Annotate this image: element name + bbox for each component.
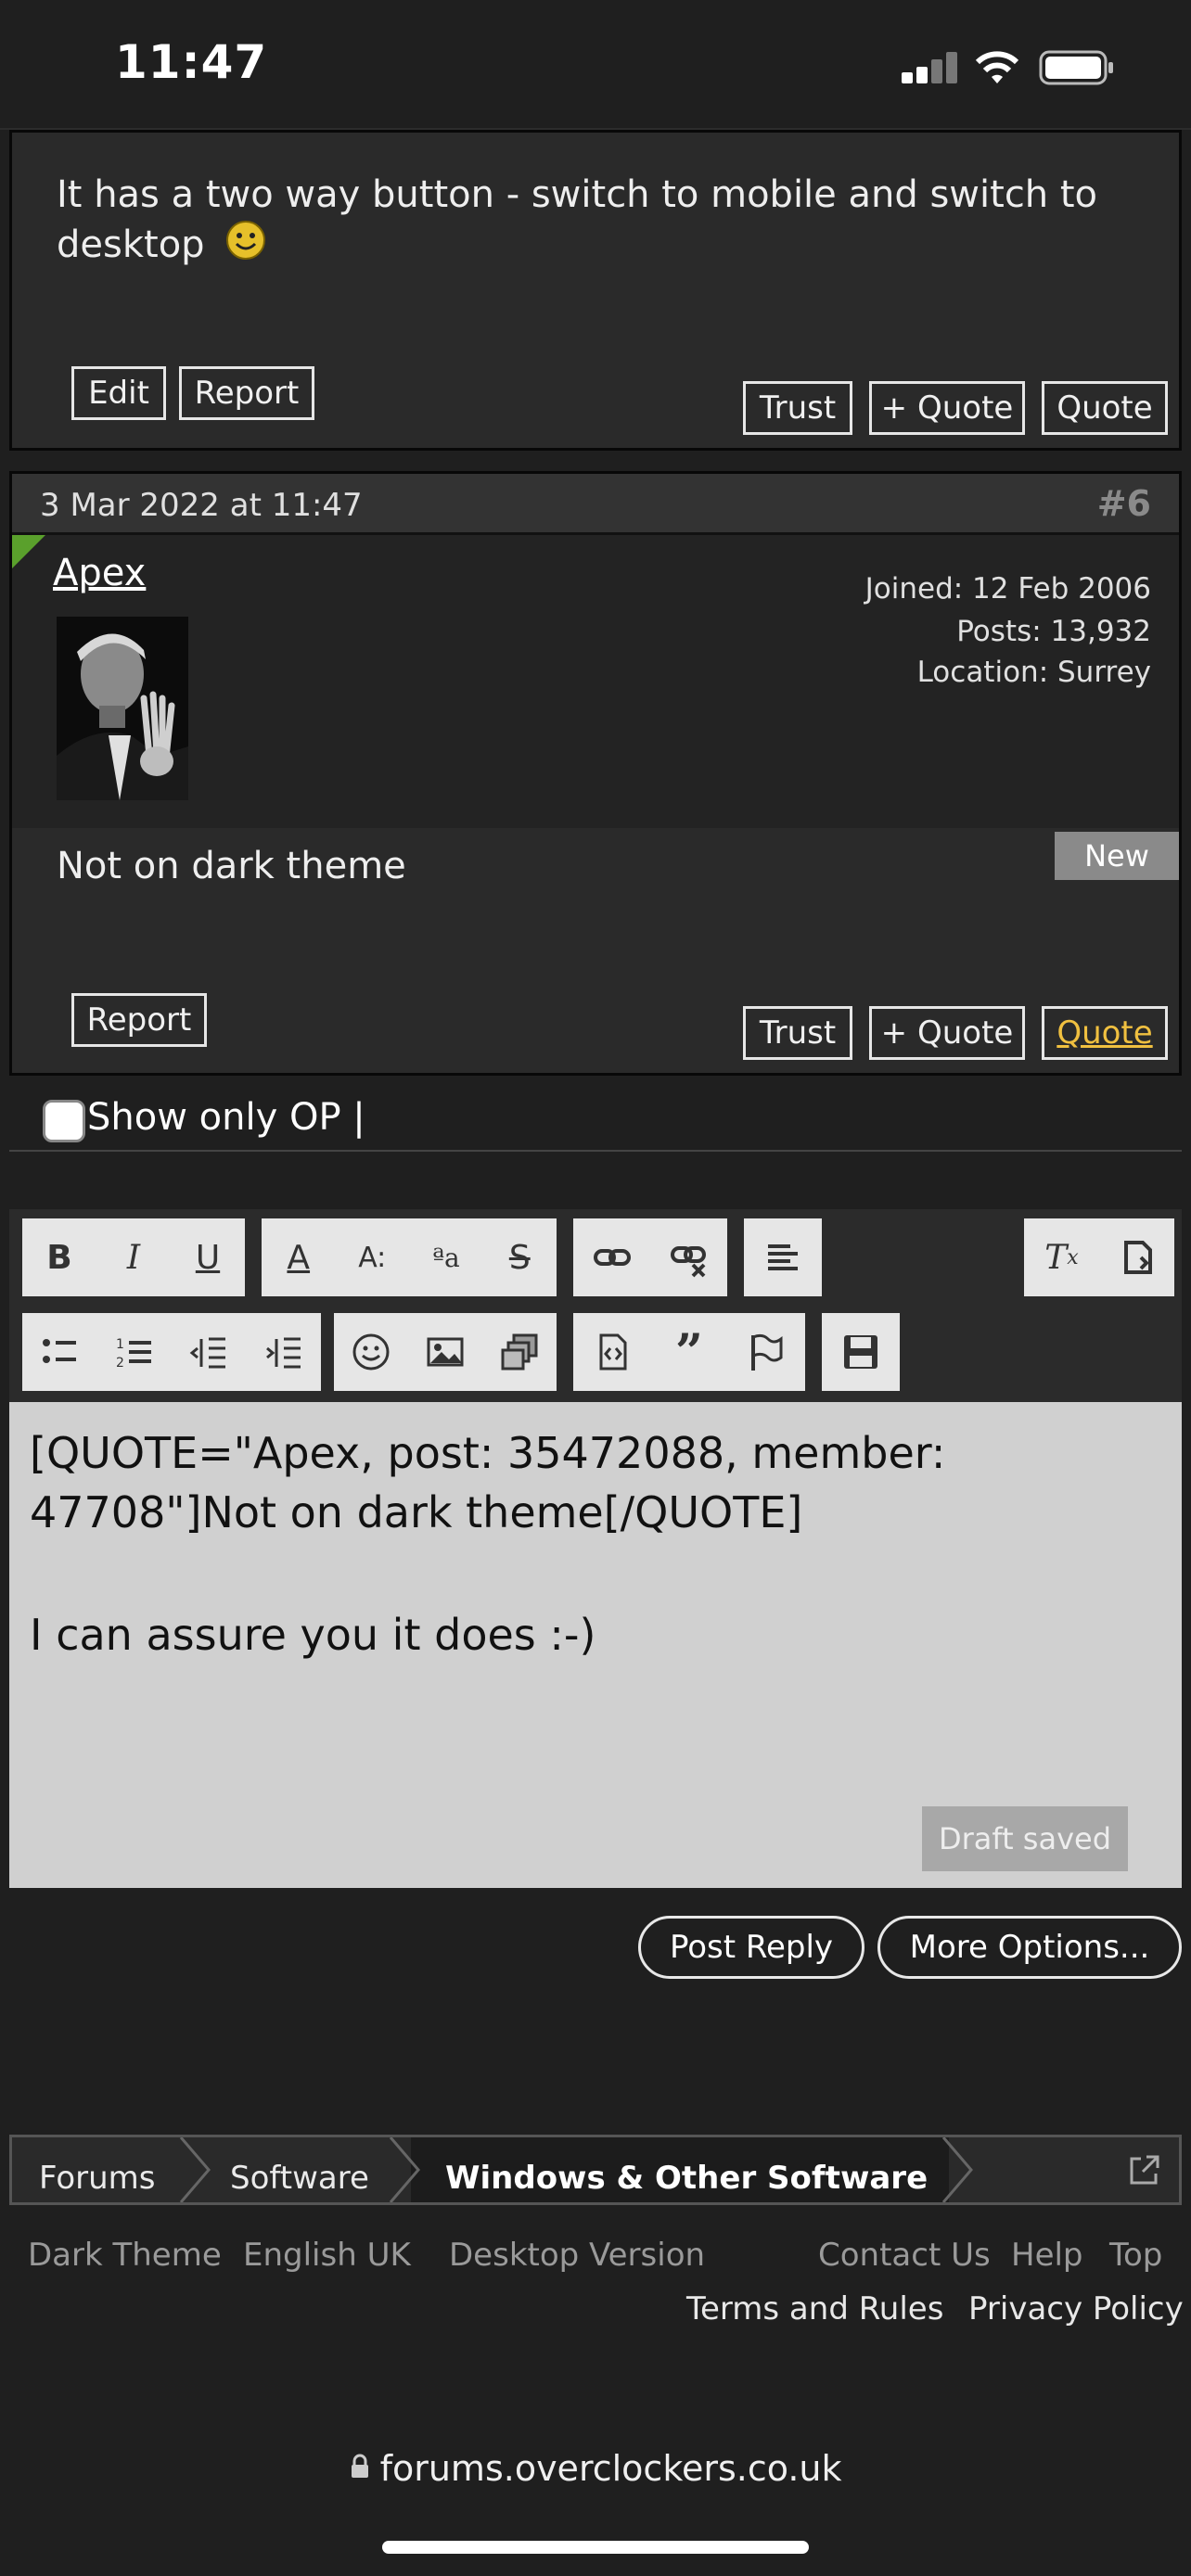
post-body-text: Not on dark theme	[57, 845, 406, 887]
post-number[interactable]: #6	[1097, 483, 1151, 524]
dark-theme-link[interactable]: Dark Theme	[28, 2237, 222, 2274]
align-icon[interactable]	[754, 1229, 812, 1286]
spoiler-icon[interactable]	[737, 1323, 795, 1381]
smiley-icon	[225, 220, 266, 274]
plus-quote-button[interactable]: + Quote	[869, 1006, 1025, 1060]
media-icon[interactable]	[491, 1323, 548, 1381]
url-bar[interactable]: forums.overclockers.co.uk	[0, 2448, 1191, 2522]
post-body-text: It has a two way button - switch to mobi…	[57, 173, 1098, 266]
terms-link[interactable]: Terms and Rules	[686, 2290, 943, 2327]
underline-icon[interactable]: U	[179, 1229, 237, 1286]
url-text: forums.overclockers.co.uk	[379, 2448, 842, 2489]
quote-button[interactable]: Quote	[1042, 381, 1168, 435]
insert-icon[interactable]	[583, 1323, 641, 1381]
strikethrough-icon[interactable]: S	[491, 1229, 548, 1286]
home-indicator	[382, 2541, 809, 2554]
lock-icon	[350, 2454, 370, 2483]
number-list-icon[interactable]: 12	[106, 1323, 163, 1381]
reply-editor[interactable]: [QUOTE="Apex, post: 35472088, member: 47…	[9, 1402, 1182, 1888]
user-info-panel: Apex Joined: 12 Feb 2006 Posts: 13,932 L…	[12, 535, 1179, 828]
toggle-bbcode-icon[interactable]	[1108, 1229, 1166, 1286]
top-link[interactable]: Top	[1109, 2237, 1162, 2274]
status-time: 11:47	[115, 35, 268, 89]
author-name[interactable]: Apex	[53, 552, 146, 594]
link-icon[interactable]	[583, 1229, 641, 1286]
quote-button[interactable]: Quote	[1042, 1006, 1168, 1060]
post-5: It has a two way button - switch to mobi…	[9, 130, 1182, 451]
clear-format-icon[interactable]: Tx	[1033, 1229, 1091, 1286]
font-family-icon[interactable]: ªa	[417, 1229, 475, 1286]
new-badge: New	[1055, 832, 1179, 880]
post-reply-button[interactable]: Post Reply	[638, 1916, 864, 1979]
drafts-icon[interactable]	[832, 1323, 890, 1381]
help-link[interactable]: Help	[1011, 2237, 1083, 2274]
svg-text:2: 2	[116, 1356, 124, 1371]
quote-icon[interactable]: ”	[660, 1323, 718, 1381]
more-options-button[interactable]: More Options...	[877, 1916, 1182, 1979]
edit-button[interactable]: Edit	[71, 366, 166, 420]
joined-date: Joined: 12 Feb 2006	[864, 572, 1151, 606]
report-button[interactable]: Report	[71, 993, 207, 1047]
avatar[interactable]	[57, 617, 188, 800]
signal-icon	[902, 52, 957, 83]
post-header: 3 Mar 2022 at 11:47 #6	[12, 474, 1179, 535]
editor-line-1: [QUOTE="Apex, post: 35472088, member:	[30, 1428, 946, 1478]
bullet-list-icon[interactable]	[31, 1323, 88, 1381]
plus-quote-button[interactable]: + Quote	[869, 381, 1025, 435]
location: Location: Surrey	[916, 656, 1151, 689]
editor-toolbar: B I U A A: ªa S Tx 12 ”	[9, 1209, 1182, 1402]
svg-text:1: 1	[116, 1337, 124, 1352]
smilie-icon[interactable]	[342, 1323, 400, 1381]
divider	[9, 1150, 1182, 1152]
online-indicator	[12, 535, 45, 568]
wifi-icon	[974, 48, 1020, 85]
font-size-icon[interactable]: A:	[343, 1229, 401, 1286]
privacy-link[interactable]: Privacy Policy	[968, 2290, 1184, 2327]
language-link[interactable]: English UK	[243, 2237, 411, 2274]
italic-icon[interactable]: I	[105, 1229, 162, 1286]
external-link-icon[interactable]	[1128, 2153, 1161, 2187]
battery-icon	[1039, 50, 1115, 85]
font-color-icon[interactable]: A	[270, 1229, 327, 1286]
post-body: It has a two way button - switch to mobi…	[57, 170, 1133, 274]
editor-line-2: 47708"]Not on dark theme[/QUOTE]	[30, 1487, 803, 1537]
contact-us-link[interactable]: Contact Us	[818, 2237, 991, 2274]
post-count: Posts: 13,932	[956, 615, 1151, 648]
bold-icon[interactable]: B	[31, 1229, 88, 1286]
outdent-icon[interactable]	[180, 1323, 237, 1381]
breadcrumb-forums[interactable]: Forums	[39, 2148, 156, 2209]
status-bar: 11:47	[0, 0, 1191, 130]
trust-button[interactable]: Trust	[743, 381, 852, 435]
image-icon[interactable]	[416, 1323, 474, 1381]
post-date[interactable]: 3 Mar 2022 at 11:47	[40, 487, 363, 524]
indent-icon[interactable]	[255, 1323, 313, 1381]
breadcrumb-windows-other-software[interactable]: Windows & Other Software	[445, 2148, 928, 2209]
draft-status: Draft saved	[922, 1806, 1128, 1871]
unlink-icon[interactable]	[660, 1229, 718, 1286]
show-only-op-checkbox[interactable]	[43, 1100, 85, 1142]
editor-line-3: I can assure you it does :-)	[30, 1610, 596, 1660]
show-only-op-label[interactable]: Show only OP |	[87, 1096, 365, 1139]
report-button[interactable]: Report	[179, 366, 314, 420]
breadcrumb-software[interactable]: Software	[230, 2148, 369, 2209]
post-6: 3 Mar 2022 at 11:47 #6 Apex Joined: 12 F…	[9, 471, 1182, 1076]
trust-button[interactable]: Trust	[743, 1006, 852, 1060]
desktop-version-link[interactable]: Desktop Version	[449, 2237, 705, 2274]
